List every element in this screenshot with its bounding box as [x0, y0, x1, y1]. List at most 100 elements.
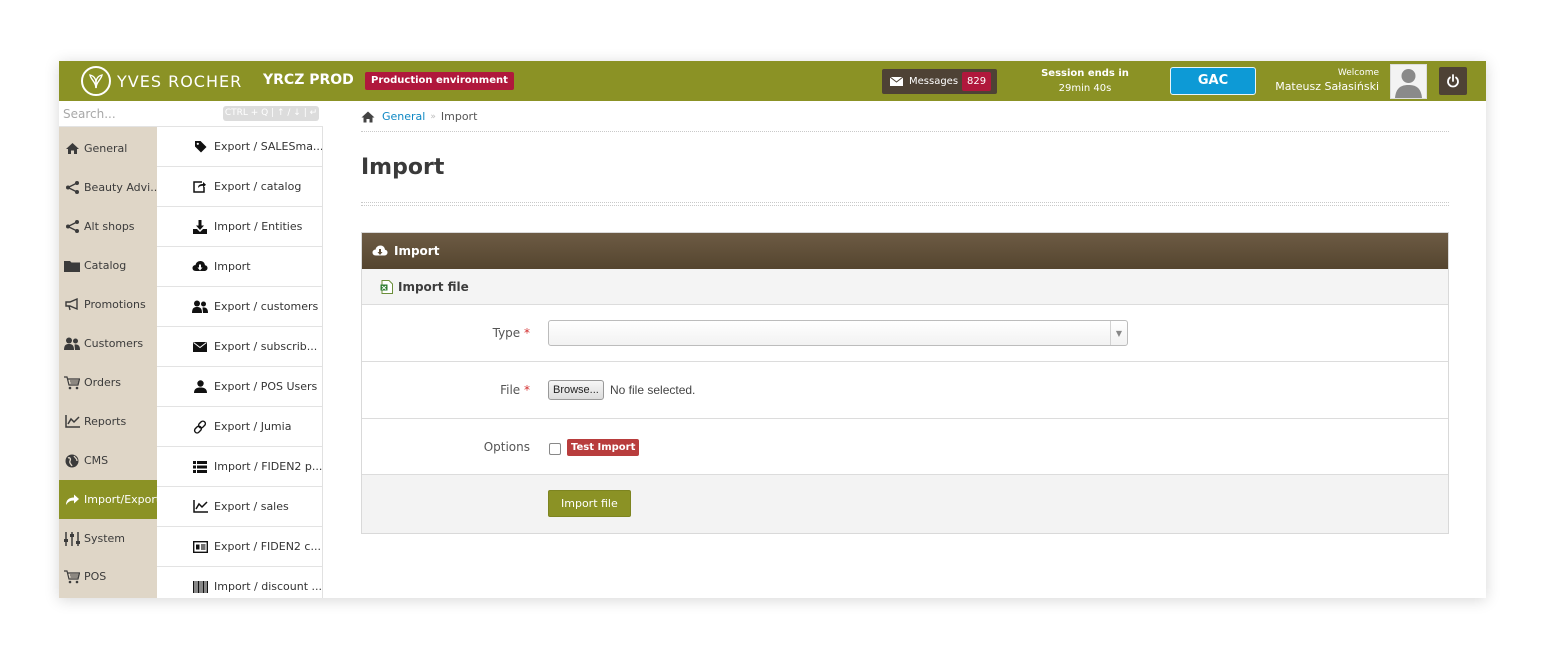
excel-file-icon [380, 279, 393, 294]
envelope-icon [192, 340, 208, 354]
nav-item-alt-shops[interactable]: Alt shops [59, 207, 157, 246]
panel-title: Import [394, 244, 440, 258]
subnav-item-label: Export / subscrib... [214, 340, 318, 353]
breadcrumb: General » Import [361, 109, 477, 124]
divider [361, 202, 1449, 206]
cloud-download-icon [372, 245, 388, 256]
test-import-checkbox[interactable] [549, 443, 561, 455]
id-card-icon [192, 540, 208, 554]
import-file-button[interactable]: Import file [548, 490, 631, 517]
breadcrumb-separator-icon: » [430, 111, 436, 122]
subnav-item-import-discount[interactable]: Import / discount ... [157, 567, 322, 598]
breadcrumb-link-general[interactable]: General [382, 110, 425, 123]
nav-item-orders[interactable]: Orders [59, 363, 157, 402]
subnav-item-label: Export / customers [214, 300, 319, 313]
environment-badge: Production environment [365, 72, 514, 90]
barcode-icon [192, 580, 208, 594]
user-name[interactable]: Mateusz Sałasiński [1249, 80, 1379, 94]
envelope-icon [890, 77, 903, 86]
share-arrow-icon [64, 493, 80, 507]
subnav-item-label: Export / POS Users [214, 380, 318, 393]
type-row: Type * ▼ [362, 305, 1448, 362]
user-icon [192, 380, 208, 394]
link-icon [192, 419, 208, 434]
required-mark: * [524, 383, 530, 397]
session-timer: Session ends in 29min 40s [1025, 66, 1145, 96]
share-icon [64, 181, 80, 195]
subnav-item-export-fiden2-cards[interactable]: Export / FIDEN2 c... [157, 527, 322, 567]
chart-icon [192, 500, 208, 514]
tag-icon [192, 140, 208, 154]
subnav-item-export-salesmanago[interactable]: Export / SALESma... [157, 127, 322, 167]
main-content: General » Import Import Import Import fi… [361, 101, 1449, 598]
nav-item-label: Import/Export [84, 493, 157, 506]
messages-count-badge: 829 [962, 72, 992, 91]
breadcrumb-current: Import [440, 110, 478, 123]
nav-item-customers[interactable]: Customers [59, 324, 157, 363]
subnav-item-label: Export / FIDEN2 c... [214, 540, 321, 553]
download-icon [192, 219, 208, 234]
logo-leaf-icon [81, 66, 111, 96]
form-actions: Import file [362, 475, 1448, 533]
nav-item-promotions[interactable]: Promotions [59, 285, 157, 324]
logo[interactable]: YVES ROCHER [81, 66, 242, 96]
welcome-label: Welcome [1337, 68, 1379, 78]
list-icon [192, 460, 208, 474]
subnav-item-export-jumia[interactable]: Export / Jumia [157, 407, 322, 447]
nav-item-general[interactable]: General [59, 129, 157, 168]
nav-item-pos[interactable]: POS [59, 557, 157, 596]
panel-subheader: Import file [362, 269, 1448, 305]
subnav-item-export-customers[interactable]: Export / customers [157, 287, 322, 327]
nav-item-label: POS [84, 570, 107, 583]
page-title: Import [361, 155, 445, 180]
type-select[interactable]: ▼ [548, 320, 1128, 346]
nav-item-cms[interactable]: CMS [59, 441, 157, 480]
session-label: Session ends in [1041, 68, 1129, 79]
subnav-item-label: Import [214, 260, 251, 273]
subnav-item-export-subscribers[interactable]: Export / subscrib... [157, 327, 322, 367]
gac-button[interactable]: GAC [1170, 67, 1256, 95]
test-import-badge[interactable]: Test Import [567, 439, 640, 456]
nav-item-label: Promotions [84, 298, 146, 311]
divider [361, 131, 1449, 132]
avatar[interactable] [1390, 64, 1427, 99]
subnav-item-import[interactable]: Import [157, 247, 322, 287]
chart-icon [64, 415, 80, 429]
nav-item-label: Alt shops [84, 220, 135, 233]
nav-item-label: Orders [84, 376, 121, 389]
subnav-item-import-entities[interactable]: Import / Entities [157, 207, 322, 247]
subnav-item-label: Import / discount ... [214, 580, 322, 593]
nav-item-label: CMS [84, 454, 109, 467]
subnav-item-label: Export / SALESma... [214, 140, 322, 153]
nav-item-catalog[interactable]: Catalog [59, 246, 157, 285]
file-row: File * Browse... No file selected. [362, 362, 1448, 419]
share-icon [64, 220, 80, 234]
required-mark: * [524, 326, 530, 340]
menu-search: CTRL + Q | ↑ / ↓ | ↵ [59, 101, 323, 127]
chevron-down-icon: ▼ [1110, 321, 1127, 345]
nav-item-system[interactable]: System [59, 519, 157, 558]
browse-button[interactable]: Browse... [548, 380, 604, 400]
cart-icon [64, 375, 80, 390]
session-time: 29min 40s [1058, 83, 1112, 94]
nav-item-beauty-advisors[interactable]: Beauty Advi... [59, 168, 157, 207]
logout-button[interactable] [1439, 67, 1467, 95]
messages-button[interactable]: Messages 829 [882, 69, 997, 94]
messages-label: Messages [909, 76, 959, 87]
nav-item-import-export[interactable]: Import/Export [59, 480, 157, 519]
nav-item-reports[interactable]: Reports [59, 402, 157, 441]
subnav-item-export-sales[interactable]: Export / sales [157, 487, 322, 527]
nav-item-label: Catalog [84, 259, 127, 272]
subnav-item-label: Import / Entities [214, 220, 303, 233]
subnav-item-export-catalog[interactable]: Export / catalog [157, 167, 322, 207]
home-icon[interactable] [361, 111, 375, 123]
subnav-item-export-pos-users[interactable]: Export / POS Users [157, 367, 322, 407]
options-row: Options Test Import [362, 419, 1448, 475]
subnav-item-import-fiden2-points[interactable]: Import / FIDEN2 p... [157, 447, 322, 487]
subnav-item-label: Export / sales [214, 500, 289, 513]
search-input[interactable] [63, 104, 213, 124]
options-label: Options [483, 440, 530, 454]
nav-item-label: Beauty Advi... [84, 181, 157, 194]
search-shortcut-hint: CTRL + Q | ↑ / ↓ | ↵ [223, 106, 319, 121]
file-label: File * [500, 383, 530, 397]
